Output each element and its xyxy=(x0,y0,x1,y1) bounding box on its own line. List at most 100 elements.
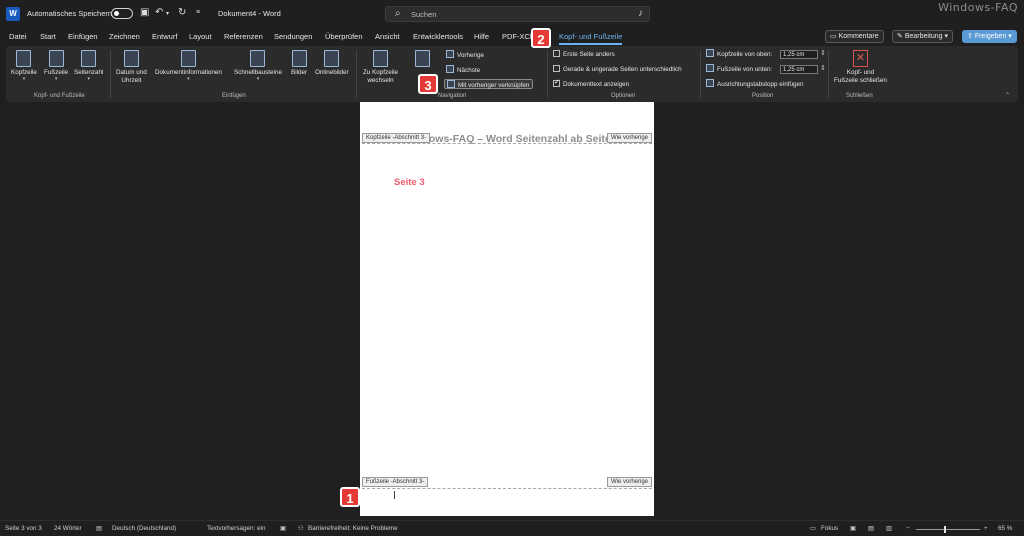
tab-einfuegen[interactable]: Einfügen xyxy=(68,32,98,41)
read-mode-icon[interactable]: ▣ xyxy=(850,525,856,532)
web-layout-icon[interactable]: ▥ xyxy=(886,525,892,532)
link-to-previous-button[interactable]: Mit vorheriger verknüpfen xyxy=(444,79,534,89)
pictures-button[interactable]: Bilder xyxy=(291,50,307,77)
tab-hilfe[interactable]: Hilfe xyxy=(474,32,489,41)
next-label: Nächste xyxy=(457,67,481,74)
footer-position-icon xyxy=(706,64,714,72)
quick-parts-icon xyxy=(250,50,266,67)
microphone-icon[interactable]: ♪ xyxy=(638,8,643,19)
header-icon xyxy=(16,50,32,67)
autosave-label: Automatisches Speichern xyxy=(27,9,113,18)
autosave-toggle[interactable] xyxy=(111,8,133,19)
go-to-header-label-line2: wechseln xyxy=(367,77,394,84)
document-info-button[interactable]: Dokumentinformationen ▾ xyxy=(155,50,222,82)
zoom-slider[interactable] xyxy=(916,529,980,530)
tab-start[interactable]: Start xyxy=(40,32,56,41)
footer-section-tag: Fußzeile -Abschnitt 3- xyxy=(362,477,429,487)
footer-button[interactable]: Fußzeile ▾ xyxy=(44,50,68,82)
header-from-top-input[interactable]: 1,25 cm xyxy=(780,50,826,59)
tab-datei[interactable]: Datei xyxy=(9,32,27,41)
alignment-tab-icon xyxy=(706,79,714,87)
undo-dropdown-icon[interactable]: ▾ xyxy=(166,10,169,17)
tab-ansicht[interactable]: Ansicht xyxy=(375,32,400,41)
header-same-as-previous-tag: Wie vorherige xyxy=(606,133,652,143)
macro-icon[interactable]: ▣ xyxy=(280,525,286,532)
header-position-icon xyxy=(706,49,714,57)
previous-button[interactable]: Vorherige xyxy=(446,50,484,60)
chevron-down-icon: ▾ xyxy=(187,76,190,82)
quick-parts-button[interactable]: Schnellbausteine ▾ xyxy=(234,50,282,82)
undo-icon[interactable]: ↶ xyxy=(155,7,163,18)
calendar-icon xyxy=(123,50,139,67)
proofing-icon[interactable]: ▤ xyxy=(96,525,102,532)
header-button[interactable]: Kopfzeile ▾ xyxy=(11,50,37,82)
tab-zeichnen[interactable]: Zeichnen xyxy=(109,32,140,41)
chevron-down-icon: ▾ xyxy=(22,76,26,82)
tab-sendungen[interactable]: Sendungen xyxy=(274,32,312,41)
close-icon: ✕ xyxy=(852,50,868,67)
close-header-footer-button[interactable]: ✕ Kopf- und Fußzeile schließen xyxy=(834,50,887,85)
odd-even-pages-checkbox[interactable] xyxy=(553,65,560,72)
search-box[interactable]: ⌕ Suchen ♪ xyxy=(385,6,650,22)
comments-button[interactable]: ▭ Kommentare xyxy=(825,30,884,43)
chevron-down-icon: ▾ xyxy=(942,33,949,40)
share-icon: ⇪ xyxy=(967,33,975,40)
language[interactable]: Deutsch (Deutschland) xyxy=(112,525,176,532)
group-label-navigation: Navigation xyxy=(438,93,467,99)
online-pictures-label: Onlinebilder xyxy=(315,69,349,76)
word-count[interactable]: 24 Wörter xyxy=(54,525,82,532)
date-time-button[interactable]: Datum und Uhrzeit xyxy=(116,50,147,85)
accessibility-status[interactable]: Barrierefreiheit: Keine Probleme xyxy=(308,525,398,532)
print-layout-icon[interactable]: ▤ xyxy=(868,525,874,532)
tab-referenzen[interactable]: Referenzen xyxy=(224,32,263,41)
next-button[interactable]: Nächste xyxy=(446,65,480,75)
header-from-top-row: Kopfzeile von oben: xyxy=(706,49,772,59)
group-separator xyxy=(547,50,548,98)
insert-alignment-tab-label: Ausrichtungstabstopp einfügen xyxy=(717,81,804,88)
tab-ueberpruefen[interactable]: Überprüfen xyxy=(325,32,363,41)
tab-entwicklertools[interactable]: Entwicklertools xyxy=(413,32,463,41)
focus-icon: ▭ xyxy=(810,525,816,532)
editing-label: Bearbeitung xyxy=(904,33,943,40)
tab-entwurf[interactable]: Entwurf xyxy=(152,32,177,41)
tab-layout[interactable]: Layout xyxy=(189,32,212,41)
focus-mode[interactable]: Fokus xyxy=(821,525,838,532)
title-bar: W Automatisches Speichern ▣ ↶ ▾ ↻ ≡ Doku… xyxy=(0,0,1024,28)
watermark: Windows-FAQ xyxy=(938,1,1018,14)
body-text[interactable]: Seite 3 xyxy=(394,177,425,188)
customize-toolbar-icon[interactable]: ≡ xyxy=(196,9,200,16)
go-to-footer-button[interactable] xyxy=(415,50,430,69)
document-page[interactable]: Windows-FAQ – Word Seitenzahl ab Seite K… xyxy=(360,102,654,516)
insert-alignment-tab-button[interactable]: Ausrichtungstabstopp einfügen xyxy=(706,79,803,89)
show-document-text-checkbox[interactable] xyxy=(553,78,560,88)
collapse-ribbon-chevron-icon[interactable]: ⌃ xyxy=(1005,92,1010,99)
link-to-previous-label: Mit vorheriger verknüpfen xyxy=(458,82,530,89)
go-to-header-icon xyxy=(373,50,388,67)
go-to-header-button[interactable]: Zu Kopfzeile wechseln xyxy=(363,50,398,85)
close-header-footer-label-line1: Kopf- und xyxy=(846,69,875,76)
show-document-text-option[interactable]: Dokumenttext anzeigen xyxy=(553,78,629,90)
editing-mode-button[interactable]: ✎ Bearbeitung ▾ xyxy=(892,30,954,43)
go-to-footer-icon xyxy=(415,50,430,67)
footer-from-bottom-input[interactable]: 1,25 cm xyxy=(780,65,826,74)
search-placeholder: Suchen xyxy=(411,10,437,19)
different-first-page-checkbox[interactable] xyxy=(553,50,560,57)
online-pictures-button[interactable]: Onlinebilder xyxy=(315,50,349,77)
zoom-level[interactable]: 65 % xyxy=(998,525,1012,532)
page-count[interactable]: Seite 3 von 3 xyxy=(5,525,42,532)
different-first-page-option[interactable]: Erste Seite anders xyxy=(553,50,615,60)
chevron-down-icon: ▾ xyxy=(87,76,90,82)
zoom-out-icon[interactable]: − xyxy=(906,525,910,532)
odd-even-pages-option[interactable]: Gerade & ungerade Seiten unterschiedlich xyxy=(553,65,682,75)
zoom-in-icon[interactable]: + xyxy=(984,525,988,532)
page-number-button[interactable]: Seitenzahl ▾ xyxy=(74,50,103,82)
tab-pdf-xchange[interactable]: PDF-XCh xyxy=(502,32,534,41)
redo-icon[interactable]: ↻ xyxy=(178,7,186,18)
share-button[interactable]: ⇪ Freigeben ▾ xyxy=(962,30,1017,43)
tab-kopf-und-fusszeile[interactable]: Kopf- und Fußzeile xyxy=(559,32,623,45)
comments-label: Kommentare xyxy=(838,33,879,40)
text-predictions[interactable]: Textvorhersagen: ein xyxy=(207,525,265,532)
document-canvas[interactable]: Windows-FAQ – Word Seitenzahl ab Seite K… xyxy=(0,102,1024,520)
zoom-slider-thumb[interactable] xyxy=(944,526,946,533)
save-icon[interactable]: ▣ xyxy=(140,7,149,18)
